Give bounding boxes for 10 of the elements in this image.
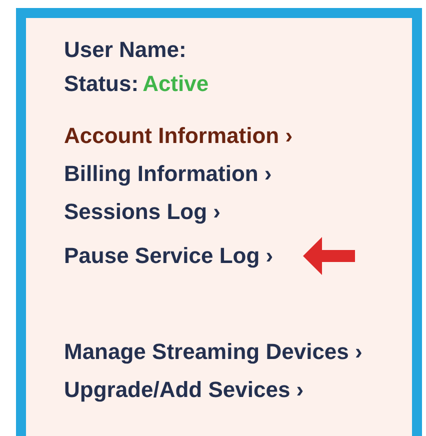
left-arrow-icon	[303, 236, 356, 276]
menu-link[interactable]: Sessions Log ›	[64, 198, 220, 226]
status-label: Status:	[64, 70, 139, 98]
menu-link[interactable]: Account Information ›	[64, 122, 293, 150]
status-value: Active	[142, 70, 209, 98]
user-name-label: User Name:	[64, 36, 186, 64]
menu-link[interactable]: Billing Information ›	[64, 160, 272, 188]
menu-link[interactable]: Manage Streaming Devices ›	[64, 338, 362, 366]
menu-link[interactable]: Upgrade/Add Sevices ›	[64, 376, 304, 404]
menu-link[interactable]: Pause Service Log ›	[64, 242, 274, 270]
